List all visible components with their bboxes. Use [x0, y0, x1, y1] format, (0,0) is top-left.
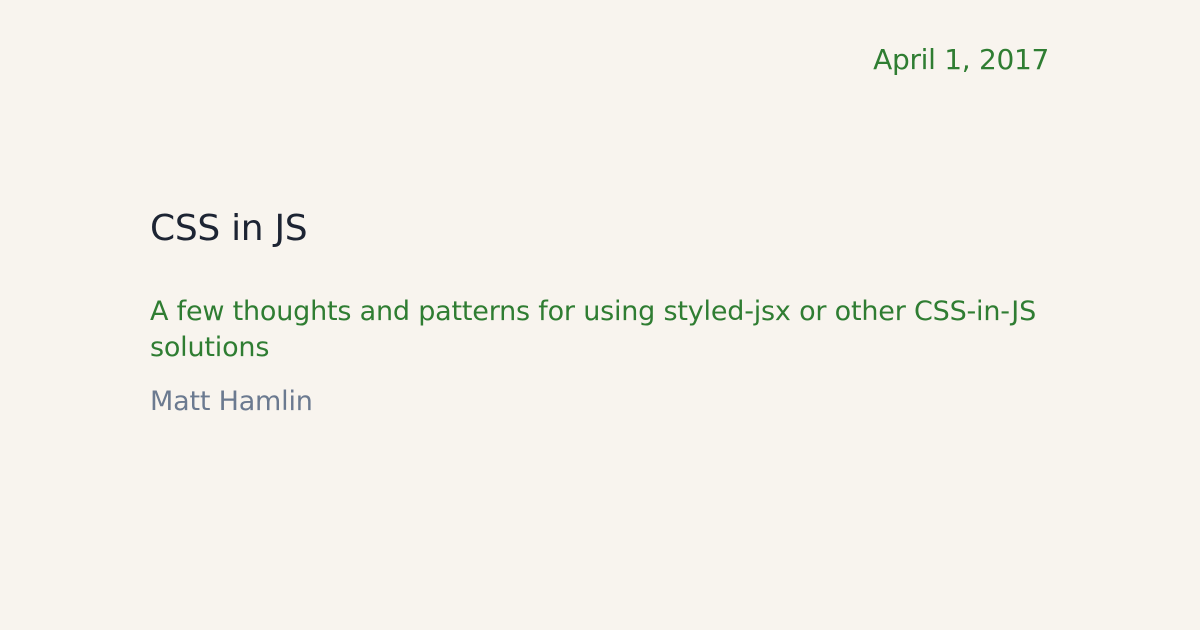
post-date: April 1, 2017 [873, 43, 1049, 76]
post-author: Matt Hamlin [150, 386, 313, 417]
post-description: A few thoughts and patterns for using st… [150, 296, 1037, 363]
post-summary: CSS in JS A few thoughts and patterns fo… [150, 205, 1050, 420]
post-title: CSS in JS [150, 208, 308, 249]
social-card: April 1, 2017 CSS in JS A few thoughts a… [0, 0, 1200, 630]
